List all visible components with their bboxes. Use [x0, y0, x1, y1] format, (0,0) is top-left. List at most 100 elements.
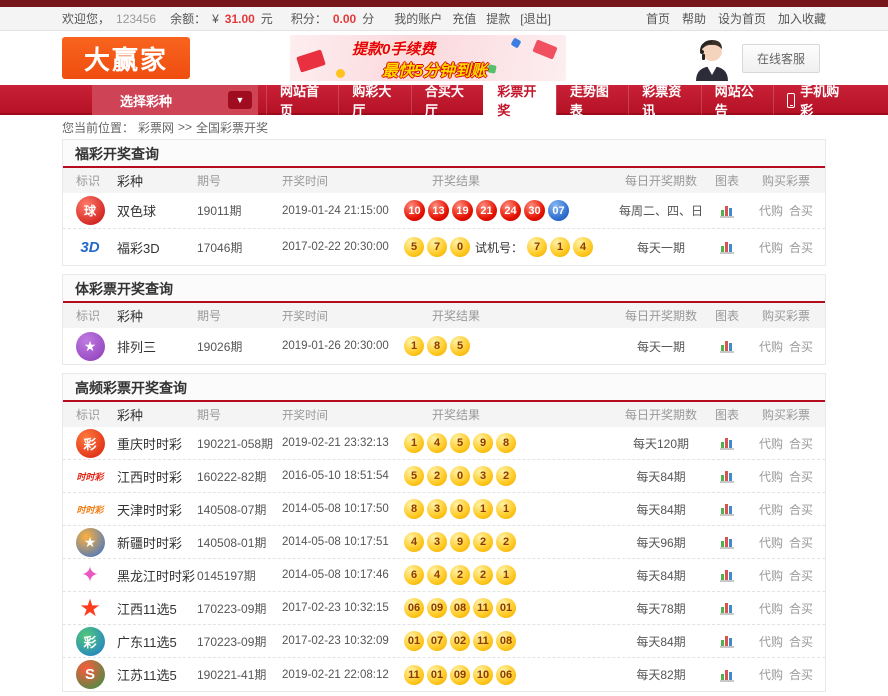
lottery-name[interactable]: 天津时时彩	[117, 500, 197, 519]
lottery-name[interactable]: 江苏11选5	[117, 665, 197, 684]
banner-confetti	[296, 49, 326, 72]
result-ball: 06	[496, 665, 516, 685]
lottery-name[interactable]: 江西时时彩	[117, 467, 197, 486]
nav-item-label: 手机购彩	[800, 81, 845, 119]
lottery-name[interactable]: 黑龙江时时彩	[117, 566, 197, 585]
select-lottery-dropdown[interactable]: 选择彩种 ▼	[92, 85, 258, 115]
lottery-logo[interactable]: S	[76, 660, 105, 689]
topbar-link[interactable]: 我的账户	[394, 10, 442, 27]
lottery-name[interactable]: 新疆时时彩	[117, 533, 197, 552]
lottery-name[interactable]: 广东11选5	[117, 632, 197, 651]
nav-item[interactable]: 走势图表	[556, 85, 628, 115]
col-header-name: 彩种	[117, 405, 197, 424]
hemai-link[interactable]: 合买	[789, 666, 813, 683]
chart-icon[interactable]	[719, 203, 735, 219]
result-ball: 6	[404, 565, 424, 585]
draw-schedule: 每天一期	[615, 239, 707, 256]
hemai-link[interactable]: 合买	[789, 501, 813, 518]
hemai-link[interactable]: 合买	[789, 338, 813, 355]
chart-icon[interactable]	[719, 667, 735, 683]
lottery-logo[interactable]: ✦	[81, 562, 99, 588]
breadcrumb-site-link[interactable]: 彩票网	[138, 121, 174, 135]
chart-icon[interactable]	[719, 435, 735, 451]
nav-item[interactable]: 手机购彩	[773, 85, 858, 115]
result-ball: 11	[473, 631, 493, 651]
gaopin-section: 高频彩票开奖查询 标识 彩种 期号 开奖时间 开奖结果 每日开奖期数 图表 购买…	[62, 373, 826, 692]
table-row: 时时彩 天津时时彩 140508-07期 2014-05-08 10:17:50…	[63, 493, 825, 526]
online-service-button[interactable]: 在线客服	[742, 44, 820, 73]
daigou-link[interactable]: 代购	[759, 633, 783, 650]
result-ball: 07	[427, 631, 447, 651]
hemai-link[interactable]: 合买	[789, 534, 813, 551]
result-ball: 11	[404, 665, 424, 685]
lottery-logo[interactable]: 球	[76, 196, 105, 225]
daigou-link[interactable]: 代购	[759, 239, 783, 256]
nav-item[interactable]: 彩票资讯	[628, 85, 700, 115]
chevron-down-icon[interactable]: ▼	[228, 91, 252, 109]
lottery-logo[interactable]: 彩	[76, 429, 105, 458]
lottery-logo[interactable]: ★	[79, 594, 101, 623]
daigou-link[interactable]: 代购	[759, 666, 783, 683]
issue-number: 190221-058期	[197, 435, 282, 452]
section-title: 福彩开奖查询	[63, 140, 825, 168]
chart-icon[interactable]	[719, 534, 735, 550]
table-row: 球 双色球 19011期 2019-01-24 21:15:00 1013192…	[63, 193, 825, 229]
draw-time: 2016-05-10 18:51:54	[282, 470, 404, 482]
nav-item[interactable]: 合买大厅	[411, 85, 483, 115]
table-row: 3D 福彩3D 17046期 2017-02-22 20:30:00 570试机…	[63, 229, 825, 265]
chart-icon[interactable]	[719, 567, 735, 583]
nav-item[interactable]: 彩票开奖	[483, 85, 555, 115]
points-unit: 分	[362, 10, 374, 27]
hemai-link[interactable]: 合买	[789, 600, 813, 617]
site-logo[interactable]: 大赢家	[62, 37, 190, 79]
draw-schedule: 每天一期	[615, 338, 707, 355]
lottery-logo[interactable]: 3D	[80, 239, 99, 256]
daigou-link[interactable]: 代购	[759, 338, 783, 355]
phone-icon	[787, 93, 795, 108]
lottery-logo[interactable]: 时时彩	[76, 503, 103, 516]
hemai-link[interactable]: 合买	[789, 202, 813, 219]
lottery-logo[interactable]: ★	[76, 528, 105, 557]
promo-banner[interactable]: 提款0手续费 最快5分钟到账	[290, 35, 566, 81]
nav-item[interactable]: 购彩大厅	[338, 85, 410, 115]
chart-icon[interactable]	[719, 633, 735, 649]
hemai-link[interactable]: 合买	[789, 239, 813, 256]
chart-icon[interactable]	[719, 338, 735, 354]
service-agent-image	[690, 35, 734, 81]
topbar-right-link[interactable]: 加入收藏	[778, 10, 826, 27]
lottery-name[interactable]: 双色球	[117, 201, 197, 220]
daigou-link[interactable]: 代购	[759, 435, 783, 452]
draw-time: 2014-05-08 10:17:46	[282, 569, 404, 581]
topbar-right-link[interactable]: 首页	[646, 10, 670, 27]
lottery-name[interactable]: 江西11选5	[117, 599, 197, 618]
chart-icon[interactable]	[719, 468, 735, 484]
chart-icon[interactable]	[719, 600, 735, 616]
lottery-logo[interactable]: 彩	[76, 627, 105, 656]
lottery-name[interactable]: 排列三	[117, 337, 197, 356]
lottery-name[interactable]: 福彩3D	[117, 238, 197, 257]
daigou-link[interactable]: 代购	[759, 468, 783, 485]
chart-icon[interactable]	[719, 501, 735, 517]
topbar-link[interactable]: 提款	[486, 10, 510, 27]
daigou-link[interactable]: 代购	[759, 600, 783, 617]
daigou-link[interactable]: 代购	[759, 202, 783, 219]
topbar-right-link[interactable]: 设为首页	[718, 10, 766, 27]
hemai-link[interactable]: 合买	[789, 633, 813, 650]
lottery-name[interactable]: 重庆时时彩	[117, 434, 197, 453]
daigou-link[interactable]: 代购	[759, 534, 783, 551]
hemai-link[interactable]: 合买	[789, 435, 813, 452]
topbar-link[interactable]: 充值	[452, 10, 476, 27]
chart-icon[interactable]	[719, 239, 735, 255]
draw-schedule: 每天84期	[615, 501, 707, 518]
lottery-logo[interactable]: ★	[76, 332, 105, 361]
hemai-link[interactable]: 合买	[789, 567, 813, 584]
nav-item[interactable]: 网站首页	[266, 85, 338, 115]
lottery-logo[interactable]: 时时彩	[76, 470, 103, 483]
topbar-right-link[interactable]: 帮助	[682, 10, 706, 27]
hemai-link[interactable]: 合买	[789, 468, 813, 485]
daigou-link[interactable]: 代购	[759, 567, 783, 584]
daigou-link[interactable]: 代购	[759, 501, 783, 518]
topbar-link[interactable]: [退出]	[520, 10, 551, 27]
draw-result: 14598	[404, 433, 615, 453]
nav-item[interactable]: 网站公告	[701, 85, 773, 115]
